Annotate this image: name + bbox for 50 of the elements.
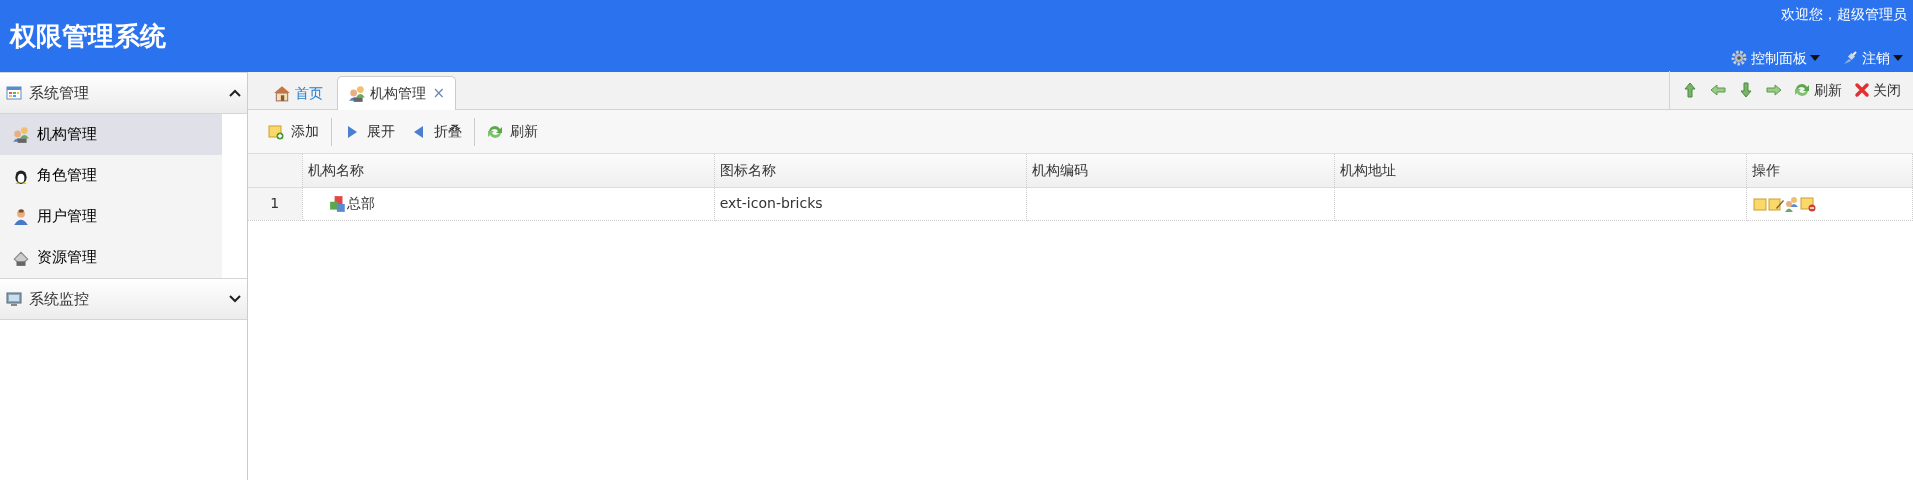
add-note-icon: [268, 123, 284, 140]
up-arrow-icon: [1682, 82, 1698, 98]
tab-close-button[interactable]: ×: [432, 82, 446, 105]
toolbar-button[interactable]: 展开: [336, 121, 403, 142]
column-header: 操作: [1746, 154, 1913, 187]
close-icon: [1853, 82, 1870, 98]
app-title: 权限管理系统: [8, 19, 166, 53]
sidebar-item[interactable]: 资源管理: [0, 237, 222, 278]
toolbar-button[interactable]: 刷新: [479, 121, 546, 142]
toolbar-button[interactable]: 折叠: [403, 121, 470, 142]
left-arrow-icon: [1710, 82, 1726, 98]
note-pencil-icon[interactable]: [1768, 195, 1785, 212]
refresh-icon: [487, 123, 503, 140]
chevron-up-icon[interactable]: [229, 89, 241, 97]
person-icon: [12, 207, 30, 226]
gear-icon: [1731, 50, 1747, 66]
tool-button[interactable]: 关闭: [1847, 79, 1907, 101]
people-icon: [348, 84, 366, 103]
menu-button[interactable]: 注销: [1838, 47, 1907, 69]
tool-button[interactable]: 刷新: [1788, 79, 1848, 101]
accordion-header[interactable]: 系统监控: [0, 278, 247, 320]
right-arrow-icon: [1766, 82, 1782, 98]
chevron-down-icon[interactable]: [229, 295, 241, 303]
users-icon[interactable]: [1784, 195, 1801, 212]
house-icon: [273, 84, 291, 102]
note-delete-icon[interactable]: [1800, 195, 1817, 212]
column-header: 机构名称: [302, 154, 715, 187]
welcome-text: 欢迎您，超级管理员: [1781, 4, 1907, 24]
table-cell: ext-icon-bricks: [714, 187, 1027, 220]
row-number: 1: [248, 187, 303, 220]
blocks-icon: [328, 194, 347, 213]
refresh-icon: [1794, 82, 1810, 98]
down-arrow-icon: [1738, 82, 1754, 98]
caret-icon: [1810, 55, 1820, 61]
accordion-header[interactable]: 系统管理: [0, 72, 247, 114]
column-header: 图标名称: [714, 154, 1027, 187]
people-icon: [12, 125, 30, 144]
monitor-icon: [6, 291, 22, 307]
menu-button[interactable]: 控制面板: [1727, 47, 1824, 69]
column-header: 机构编码: [1026, 154, 1335, 187]
sidebar-item[interactable]: 机构管理: [0, 114, 222, 155]
grid-icon: [6, 85, 22, 101]
sidebar-item[interactable]: 用户管理: [0, 196, 222, 237]
tab[interactable]: 机构管理 ×: [337, 76, 457, 110]
toolbar-button[interactable]: 添加: [260, 121, 327, 142]
org-name: 总部: [346, 194, 375, 213]
column-header: 机构地址: [1334, 154, 1747, 187]
tab[interactable]: 首页: [262, 76, 334, 109]
caret-icon: [1893, 55, 1903, 61]
sidebar-item[interactable]: 角色管理: [0, 155, 222, 196]
